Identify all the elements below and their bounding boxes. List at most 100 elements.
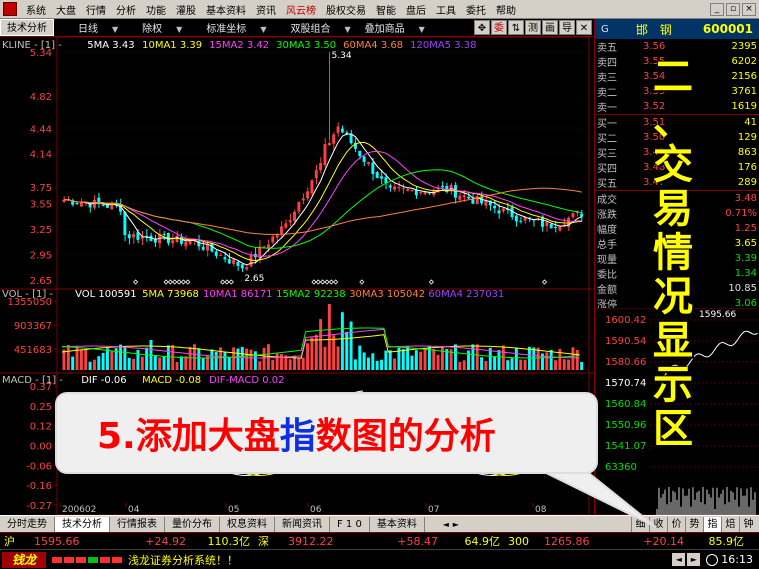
volume-bar [414,350,418,370]
volume-bar [375,360,379,370]
view-tab-0[interactable]: 分时走势 [0,516,55,532]
volume-bar [84,349,88,370]
view-tab-5[interactable]: 新闻资讯 [275,516,330,532]
market-change: +58.47 [397,534,438,548]
scroll-right-icon[interactable]: ► [687,553,701,566]
candle-body [75,203,79,205]
candle-body [458,195,462,200]
view-tab-7[interactable]: 基本资料 [370,516,425,532]
restore-icon[interactable]: ▫ [726,2,740,16]
event-marker [185,279,191,285]
x-axis-label-5: 08 [535,505,547,515]
view-tabs: 分时走势 技术分析 行情报表 量价分布 权息资料 新闻资讯 F 1 0 基本资料 [0,516,425,532]
volume-bar [332,335,336,370]
brand-logo: 钱龙 [2,551,46,568]
toolbar-button-4[interactable]: 画 [542,20,558,35]
market-index-2[interactable]: 300 1265.86 +20.14 85.9亿 [504,533,748,549]
menu-item-13[interactable]: 委托 [461,2,491,17]
volume-ytick-0: 1355050 [7,297,52,308]
market-index-1[interactable]: 深 3912.22 +58.47 64.9亿 [254,533,504,549]
view-tab-1[interactable]: 技术分析 [55,516,110,532]
close-icon[interactable]: × [742,2,756,16]
market-change: +20.14 [643,534,684,548]
panel-tab-3[interactable]: 势 [685,516,703,532]
volume-bar [153,355,157,370]
market-index-0[interactable]: 沪 1595.66 +24.92 110.3亿 [0,533,254,549]
candle-body [440,185,444,188]
arrow-left-icon[interactable]: ◄ [441,520,451,529]
toolbar-button-5[interactable]: 导 [559,20,575,35]
mini-ytick-7: 63360 [605,462,637,473]
minimize-icon[interactable]: _ [710,2,724,16]
arrow-right-icon[interactable]: ► [451,520,461,529]
panel-tab-6[interactable]: 钟 [739,516,757,532]
menu-item-14[interactable]: 帮助 [491,2,521,17]
view-tab-4[interactable]: 权息资料 [220,516,275,532]
menu-item-7[interactable]: 资讯 [251,2,281,17]
toolbar-button-6[interactable]: ✕ [576,20,592,35]
toolbar-button-0[interactable]: ✥ [474,20,490,35]
toolbar-button-2[interactable]: ⇅ [508,20,524,35]
rights-selector[interactable]: 除权 ▼ [142,20,182,35]
menu-item-11[interactable]: 盘后 [401,2,431,17]
menu-item-1[interactable]: 大盘 [51,2,81,17]
candle-body [367,162,370,164]
vertical-title-char-5: 况 [653,274,693,320]
menu-item-10[interactable]: 智能 [371,2,401,17]
candle-body [397,187,401,189]
coordinate-selector[interactable]: 标准坐标 ▼ [206,20,266,35]
event-marker [228,279,234,285]
toolbar-button-3[interactable]: 测 [525,20,541,35]
volume-bar [514,347,518,370]
panel-tab-2[interactable]: 价 [667,516,685,532]
candle-body [240,264,244,269]
menu-item-12[interactable]: 工具 [431,2,461,17]
volume-bar [501,345,505,370]
ma-line-1 [64,141,582,262]
menu-items: 系统 大盘 行情 分析 功能 灌股 基本资料 资讯 风云榜 股权交易 智能 盘后 工具 委托 帮助 [21,2,521,17]
market-amount: 85.9亿 [708,535,745,548]
event-marker [176,279,182,285]
menu-item-5[interactable]: 灌股 [171,2,201,17]
volume-bar [471,344,475,370]
view-tab-3[interactable]: 量价分布 [165,516,220,532]
stock-header[interactable]: G 邯 钢 600001 [595,19,759,39]
volume-bar [223,351,227,370]
event-marker [220,279,226,285]
kline-ytick-3: 4.14 [30,150,52,161]
candle-body [336,126,340,133]
panel-tab-1[interactable]: 收 [649,516,667,532]
period-selector[interactable]: 日线 ▼ [78,20,118,35]
compare-selector[interactable]: 双股组合 ▼ [290,20,350,35]
view-tab-2[interactable]: 行情报表 [110,516,165,532]
volume-bar [249,349,253,370]
menu-item-8[interactable]: 风云榜 [281,2,321,17]
candle-body [358,150,362,157]
volume-bar [340,312,344,370]
view-tab-6[interactable]: F 1 0 [330,516,370,532]
candle-body [214,251,218,256]
toolbar-buttons: ✥ 委 ⇅ 测画导 ✕ [474,20,592,35]
menu-item-2[interactable]: 行情 [81,2,111,17]
event-marker [133,279,139,285]
menu-item-4[interactable]: 功能 [141,2,171,17]
ask-row-0[interactable]: 卖五 3.56 2395 [595,39,759,54]
menu-item-3[interactable]: 分析 [111,2,141,17]
scroll-left-icon[interactable]: ◄ [672,553,686,566]
volume-bar [240,346,244,370]
candle-body [101,204,105,206]
volume-bar [440,346,444,370]
menu-item-0[interactable]: 系统 [21,2,51,17]
menu-item-9[interactable]: 股权交易 [321,2,371,17]
menu-item-6[interactable]: 基本资料 [201,2,251,17]
kline-header-1: 5MA 3.43 [87,40,134,51]
clock-icon [706,553,719,566]
vertical-title-char-1: 、 [653,98,693,144]
panel-tab-4[interactable]: 指 [703,516,721,532]
panel-tab-5[interactable]: 焙 [721,516,739,532]
volume-bar [345,331,349,370]
toolbar-button-1[interactable]: 委 [491,20,507,35]
volume-bars [62,304,584,370]
panel-tab-0[interactable]: 细 [631,516,649,532]
overlay-selector[interactable]: 叠加商品 ▼ [365,20,425,35]
